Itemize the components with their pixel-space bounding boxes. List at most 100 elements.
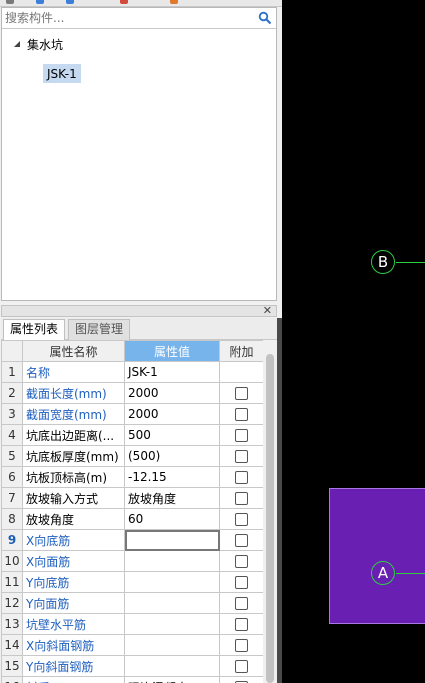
axis-line-a	[396, 573, 425, 574]
extra-cell	[219, 571, 263, 593]
table-row[interactable]: 6 坑板顶标高(m) -12.15	[1, 466, 263, 488]
property-name[interactable]: Y向底筋	[22, 571, 125, 593]
table-row[interactable]: 8 放坡角度 60	[1, 508, 263, 530]
tree-collapse-icon[interactable]	[12, 39, 22, 49]
property-name[interactable]: 坑壁水平筋	[22, 613, 125, 635]
property-name[interactable]: X向面筋	[22, 550, 125, 572]
search-box	[2, 8, 276, 29]
property-value[interactable]: 2000	[124, 382, 220, 404]
property-name[interactable]: 截面长度(mm)	[22, 382, 125, 404]
property-value[interactable]: 放坡角度	[124, 487, 220, 509]
table-row[interactable]: 13 坑壁水平筋	[1, 613, 263, 635]
tree-node-pit[interactable]: 集水坑	[12, 35, 63, 53]
property-value[interactable]	[124, 529, 220, 551]
property-value[interactable]: JSK-1	[124, 361, 220, 383]
row-number: 15	[1, 655, 23, 677]
extra-checkbox[interactable]	[235, 576, 248, 589]
search-input[interactable]	[5, 10, 253, 26]
table-row[interactable]: 7 放坡输入方式 放坡角度	[1, 487, 263, 509]
extra-cell	[219, 382, 263, 404]
property-name[interactable]: X向斜面钢筋	[22, 634, 125, 656]
pit-jsk-1-shape[interactable]	[329, 488, 425, 624]
extra-checkbox[interactable]	[235, 450, 248, 463]
row-number: 6	[1, 466, 23, 488]
table-row[interactable]: 16材质现浇混凝土	[1, 676, 263, 683]
extra-checkbox[interactable]	[235, 387, 248, 400]
property-value[interactable]: 2000	[124, 403, 220, 425]
table-row[interactable]: 14 X向斜面钢筋	[1, 634, 263, 656]
extra-checkbox[interactable]	[235, 513, 248, 526]
property-value[interactable]: 60	[124, 508, 220, 530]
property-name[interactable]: 坑底出边距离(...	[22, 424, 125, 446]
property-name[interactable]: 名称	[22, 361, 125, 383]
property-value[interactable]	[124, 592, 220, 614]
toolbar-strip	[0, 0, 282, 7]
row-number: 14	[1, 634, 23, 656]
extra-cell	[219, 613, 263, 635]
left-panel: 集水坑 JSK-1 ✕ 属性列表 图层管理 属性名称 属性值 附加 1名称JS	[0, 0, 282, 683]
property-value[interactable]	[124, 550, 220, 572]
drawing-canvas[interactable]: B A	[282, 0, 425, 683]
extra-checkbox[interactable]	[235, 408, 248, 421]
property-value[interactable]: -12.15	[124, 466, 220, 488]
vertical-scrollbar[interactable]	[263, 340, 277, 683]
table-row[interactable]: 11 Y向底筋	[1, 571, 263, 593]
extra-cell	[219, 508, 263, 530]
extra-checkbox[interactable]	[235, 534, 248, 547]
table-row[interactable]: 1 名称 JSK-1	[1, 361, 263, 383]
value-column-header[interactable]: 属性值	[124, 340, 220, 362]
property-name[interactable]: Y向斜面钢筋	[22, 655, 125, 677]
property-value[interactable]: (500)	[124, 445, 220, 467]
property-name[interactable]: 放坡角度	[22, 508, 125, 530]
property-name[interactable]: 放坡输入方式	[22, 487, 125, 509]
row-number: 11	[1, 571, 23, 593]
name-column-header[interactable]: 属性名称	[22, 340, 125, 362]
search-icon[interactable]	[258, 11, 272, 25]
properties-panel-header: ✕	[1, 305, 277, 317]
extra-checkbox[interactable]	[235, 597, 248, 610]
property-value[interactable]	[124, 634, 220, 656]
property-name[interactable]: Y向面筋	[22, 592, 125, 614]
axis-marker-a[interactable]: A	[371, 561, 395, 585]
extra-checkbox[interactable]	[235, 660, 248, 673]
table-row[interactable]: 3 截面宽度(mm) 2000	[1, 403, 263, 425]
table-row[interactable]: 2 截面长度(mm) 2000	[1, 382, 263, 404]
extra-checkbox[interactable]	[235, 639, 248, 652]
extra-cell	[219, 403, 263, 425]
property-name[interactable]: 截面宽度(mm)	[22, 403, 125, 425]
extra-checkbox[interactable]	[235, 618, 248, 631]
tab-properties[interactable]: 属性列表	[3, 319, 66, 340]
property-value[interactable]	[124, 613, 220, 635]
table-row[interactable]: 12 Y向面筋	[1, 592, 263, 614]
property-name[interactable]: 材质	[22, 676, 125, 683]
extra-checkbox[interactable]	[235, 492, 248, 505]
scrollbar-thumb[interactable]	[266, 354, 274, 683]
tree-node-label: 集水坑	[27, 37, 64, 52]
property-name[interactable]: 坑板顶标高(m)	[22, 466, 125, 488]
tab-layers[interactable]: 图层管理	[68, 319, 131, 340]
component-tree-panel: 集水坑 JSK-1	[1, 7, 277, 301]
property-value[interactable]: 500	[124, 424, 220, 446]
axis-marker-b[interactable]: B	[371, 250, 395, 274]
extra-checkbox[interactable]	[235, 555, 248, 568]
row-number: 4	[1, 424, 23, 446]
extra-column-header[interactable]: 附加	[219, 340, 263, 362]
property-value[interactable]	[124, 571, 220, 593]
extra-checkbox[interactable]	[235, 429, 248, 442]
tree-node-jsk-1[interactable]: JSK-1	[43, 64, 81, 83]
property-name[interactable]: X向底筋	[22, 529, 125, 551]
extra-checkbox[interactable]	[235, 471, 248, 484]
table-row[interactable]: 10 X向面筋	[1, 550, 263, 572]
close-icon[interactable]: ✕	[263, 305, 272, 317]
property-value[interactable]: 现浇混凝土	[124, 676, 220, 683]
property-name[interactable]: 坑底板厚度(mm)	[22, 445, 125, 467]
table-row[interactable]: 9 X向底筋	[1, 529, 263, 551]
table-row[interactable]: 5 坑底板厚度(mm) (500)	[1, 445, 263, 467]
extra-cell	[219, 424, 263, 446]
row-number: 13	[1, 613, 23, 635]
tree-node-label: JSK-1	[47, 66, 77, 81]
extra-cell	[219, 634, 263, 656]
table-row[interactable]: 4 坑底出边距离(... 500	[1, 424, 263, 446]
property-value[interactable]	[124, 655, 220, 677]
table-row[interactable]: 15 Y向斜面钢筋	[1, 655, 263, 677]
